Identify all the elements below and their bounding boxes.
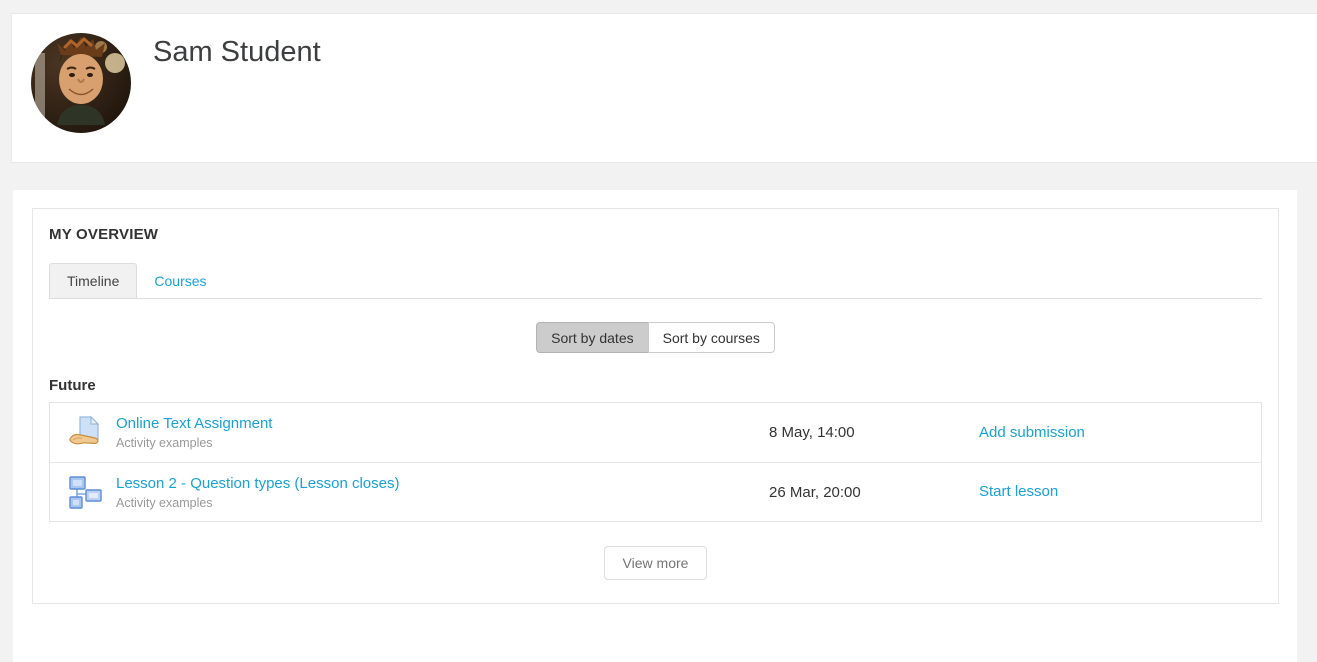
start-lesson-link[interactable]: Start lesson <box>979 483 1058 500</box>
add-submission-link[interactable]: Add submission <box>979 424 1085 441</box>
timeline-event-row: Lesson 2 - Question types (Lesson closes… <box>50 462 1261 521</box>
event-course-name: Activity examples <box>116 436 769 450</box>
overview-tab-bar: Timeline Courses <box>49 262 1262 299</box>
tab-timeline[interactable]: Timeline <box>49 263 137 298</box>
timeline-event-list: Online Text Assignment Activity examples… <box>49 402 1262 522</box>
view-more-button[interactable]: View more <box>604 546 708 580</box>
future-section-heading: Future <box>49 377 1262 394</box>
event-info: Online Text Assignment Activity examples <box>116 415 769 450</box>
event-action-cell: Start lesson <box>979 483 1244 501</box>
event-info: Lesson 2 - Question types (Lesson closes… <box>116 475 769 510</box>
sort-button-group: Sort by dates Sort by courses <box>536 322 775 353</box>
event-title-link[interactable]: Online Text Assignment <box>116 415 272 432</box>
view-more-row: View more <box>33 546 1278 580</box>
event-due-date: 8 May, 14:00 <box>769 424 979 441</box>
assignment-icon <box>67 414 104 451</box>
event-course-name: Activity examples <box>116 496 769 510</box>
lesson-icon <box>67 474 104 511</box>
sort-controls-row: Sort by dates Sort by courses <box>33 322 1278 353</box>
avatar-photo-illustration <box>31 33 131 133</box>
user-avatar[interactable] <box>31 33 131 133</box>
sort-by-courses-button[interactable]: Sort by courses <box>648 322 775 353</box>
event-due-date: 26 Mar, 20:00 <box>769 484 979 501</box>
timeline-event-row: Online Text Assignment Activity examples… <box>50 403 1261 462</box>
block-title: MY OVERVIEW <box>49 226 1262 243</box>
page-title-user-name: Sam Student <box>153 36 321 69</box>
event-title-link[interactable]: Lesson 2 - Question types (Lesson closes… <box>116 475 399 492</box>
user-header-card: Sam Student <box>11 13 1317 163</box>
my-overview-block: MY OVERVIEW Timeline Courses Sort by dat… <box>32 208 1279 604</box>
tab-courses[interactable]: Courses <box>137 264 223 298</box>
main-content-region: MY OVERVIEW Timeline Courses Sort by dat… <box>13 190 1297 662</box>
sort-by-dates-button[interactable]: Sort by dates <box>536 322 649 353</box>
event-action-cell: Add submission <box>979 424 1244 442</box>
